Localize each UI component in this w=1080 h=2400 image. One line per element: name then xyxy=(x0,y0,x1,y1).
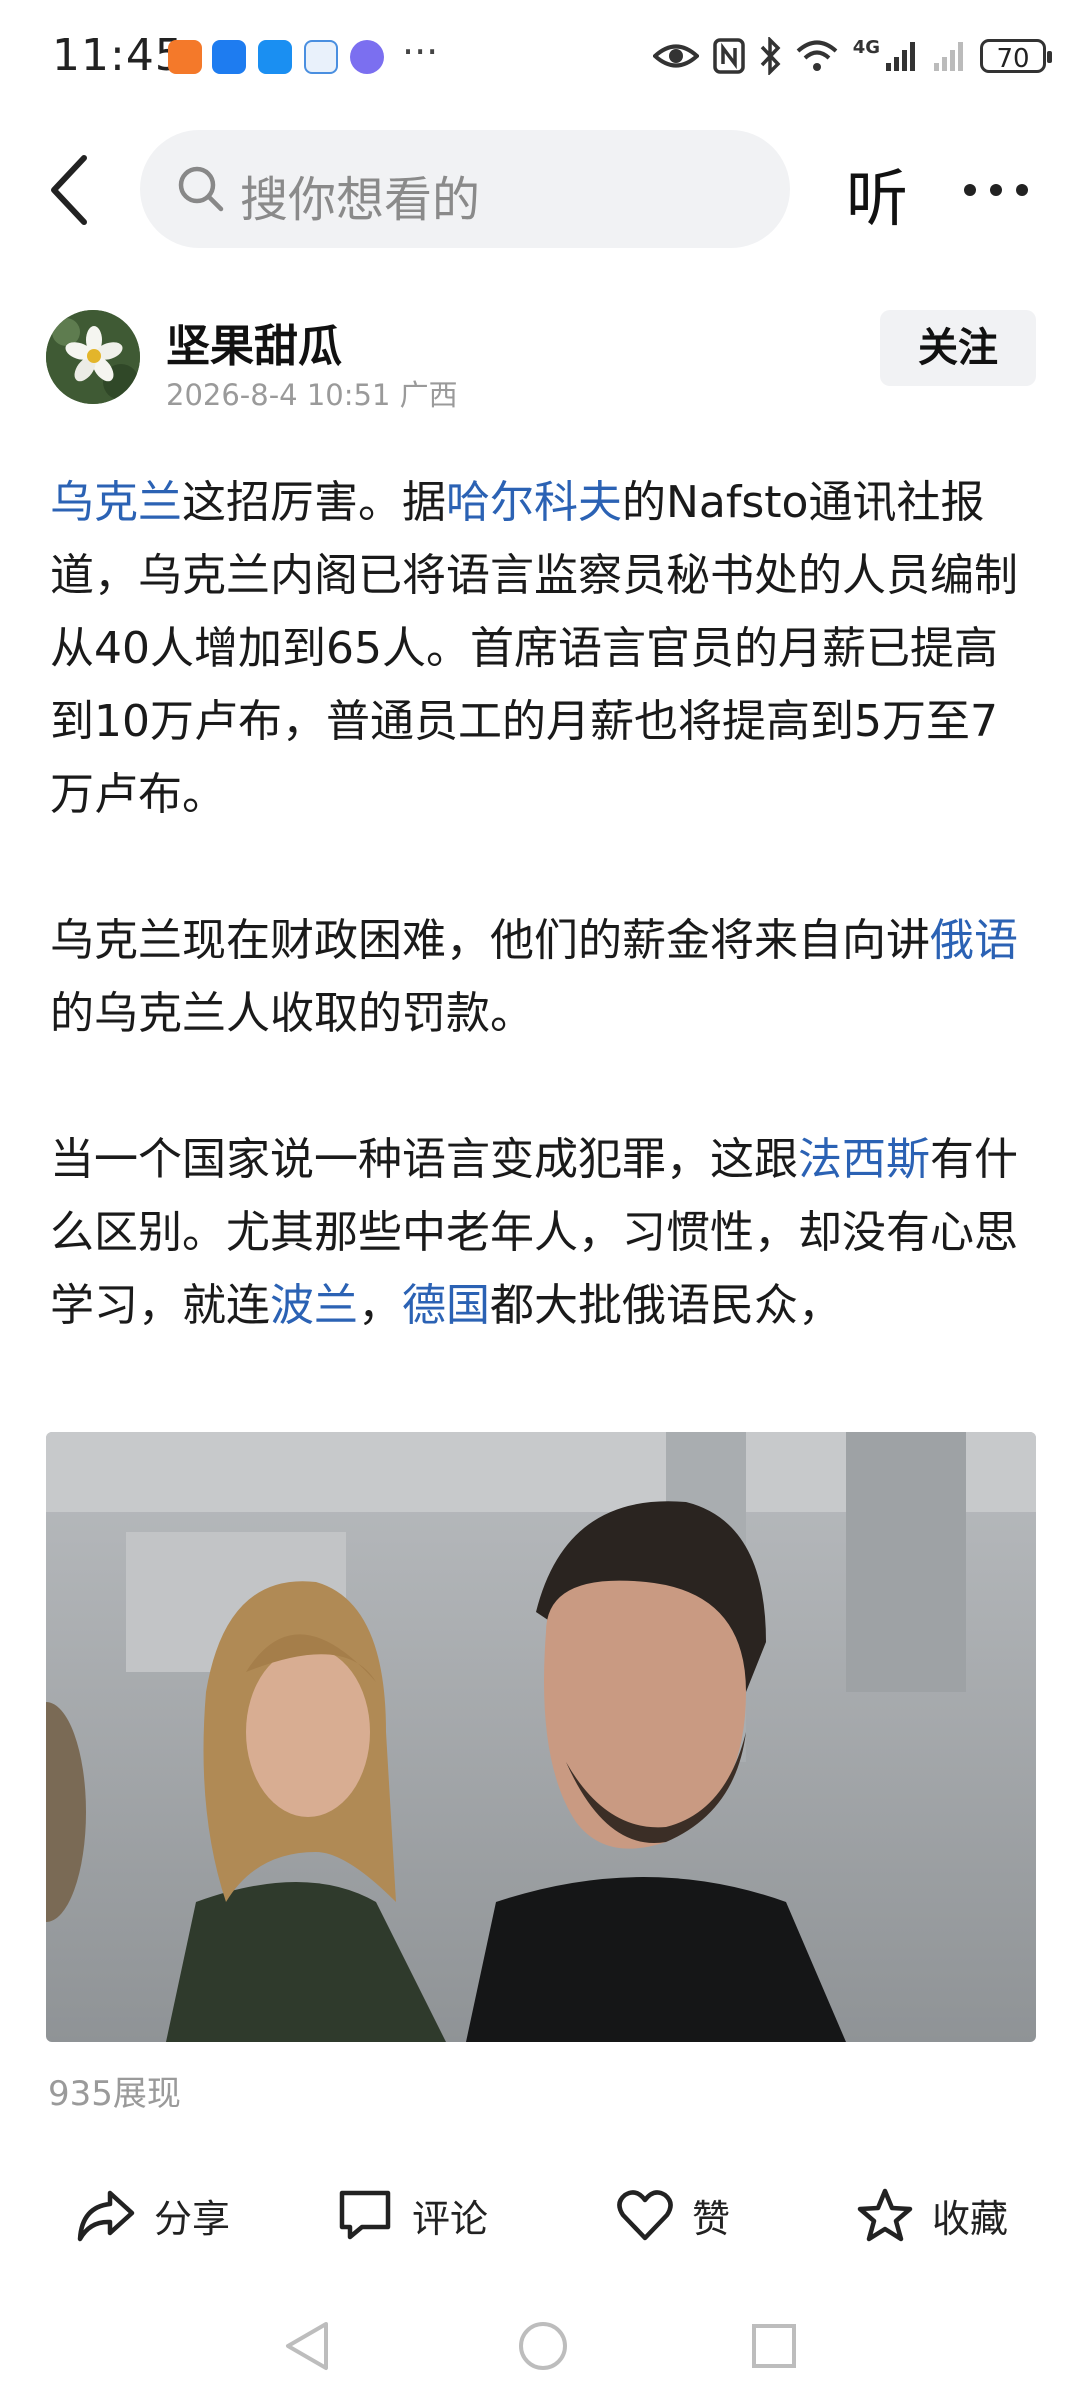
impressions-count: 935展现 xyxy=(48,2074,181,2114)
favorite-label: 收藏 xyxy=(932,2196,1009,2241)
article-paragraph: 乌克兰现在财政困难，他们的薪金将来自向讲俄语的乌克兰人收取的罚款。 xyxy=(50,904,1035,1050)
more-button[interactable] xyxy=(956,150,1036,230)
article-text: 这招厉害。据 xyxy=(182,477,446,528)
flower-avatar-image xyxy=(46,310,140,404)
share-icon xyxy=(77,2190,135,2242)
app-notification-icon xyxy=(258,40,292,74)
article-text: 的乌克兰人收取的罚款。 xyxy=(50,988,534,1039)
nfc-icon xyxy=(712,38,745,74)
signal-icon xyxy=(886,42,915,71)
nav-home-icon xyxy=(519,2322,567,2370)
favorite-button[interactable]: 收藏 xyxy=(856,2180,1008,2250)
article-text: 的Nafsto通讯社报道，乌克兰内阁已将语言监察员秘书处的人员编制从40人增加到… xyxy=(50,477,1018,820)
listen-button[interactable]: 听 xyxy=(846,148,908,238)
eye-icon xyxy=(652,44,699,68)
search-input[interactable]: 搜你想看的 xyxy=(140,130,790,248)
status-icons: 4G 70 xyxy=(652,32,1052,80)
topic-link[interactable]: 俄语 xyxy=(930,915,1018,966)
topic-link[interactable]: 哈尔科夫 xyxy=(446,477,622,528)
more-notifications-icon: ··· xyxy=(402,30,439,74)
like-button[interactable]: 赞 xyxy=(616,2180,730,2250)
article-body: 乌克兰这招厉害。据哈尔科夫的Nafsto通讯社报道，乌克兰内阁已将语言监察员秘书… xyxy=(50,466,1035,1415)
signal-weak-icon xyxy=(934,42,963,71)
follow-button[interactable]: 关注 xyxy=(880,310,1036,386)
wifi-icon xyxy=(796,40,838,71)
article-photo[interactable] xyxy=(46,1432,1036,2042)
back-button[interactable] xyxy=(42,150,102,230)
status-time: 11:45 xyxy=(52,30,184,81)
photo-image xyxy=(46,1432,1036,2042)
comment-label: 评论 xyxy=(412,2196,489,2241)
nav-back-button[interactable] xyxy=(282,2318,332,2378)
topic-link[interactable]: 德国 xyxy=(402,1280,490,1331)
heart-icon xyxy=(617,2190,673,2241)
article-text: 当一个国家说一种语言变成犯罪，这跟 xyxy=(50,1134,798,1185)
bluetooth-icon xyxy=(760,37,781,75)
author-name[interactable]: 坚果甜瓜 xyxy=(166,310,342,374)
topic-link[interactable]: 波兰 xyxy=(270,1280,358,1331)
search-placeholder: 搜你想看的 xyxy=(240,172,481,228)
app-notification-icon xyxy=(304,40,338,74)
avatar[interactable] xyxy=(46,310,140,404)
battery-indicator: 70 xyxy=(980,39,1052,74)
article-text: ， xyxy=(358,1280,402,1331)
share-button[interactable]: 分享 xyxy=(76,2180,230,2250)
article-paragraph: 当一个国家说一种语言变成犯罪，这跟法西斯有什么区别。尤其那些中老年人，习惯性，却… xyxy=(50,1123,1035,1342)
topic-link[interactable]: 法西斯 xyxy=(798,1134,930,1185)
star-icon xyxy=(857,2188,913,2242)
article-text: 都大批俄语民众， xyxy=(490,1280,842,1331)
comment-button[interactable]: 评论 xyxy=(336,2180,488,2250)
nav-recents-button[interactable] xyxy=(748,2318,800,2378)
status-bar: 11:45 ··· 4G 70 xyxy=(0,0,1080,110)
article-paragraph: 乌克兰这招厉害。据哈尔科夫的Nafsto通讯社报道，乌克兰内阁已将语言监察员秘书… xyxy=(50,466,1035,831)
search-icon xyxy=(178,166,224,212)
topic-link[interactable]: 乌克兰 xyxy=(50,477,182,528)
post-meta: 2026-8-4 10:51 广西 xyxy=(166,378,458,412)
app-notification-icon xyxy=(350,40,384,74)
comment-icon xyxy=(339,2190,391,2240)
back-icon xyxy=(51,155,87,225)
nav-home-button[interactable] xyxy=(515,2318,571,2378)
share-label: 分享 xyxy=(154,2196,231,2241)
nav-recents-icon xyxy=(752,2324,796,2368)
app-notification-icon xyxy=(168,40,202,74)
article-text: 乌克兰现在财政困难，他们的薪金将来自向讲 xyxy=(50,915,930,966)
app-notification-icon xyxy=(212,40,246,74)
network-type-label: 4G xyxy=(852,36,880,58)
nav-back-icon xyxy=(286,2322,328,2370)
more-icon xyxy=(964,184,1028,196)
like-label: 赞 xyxy=(692,2196,731,2241)
